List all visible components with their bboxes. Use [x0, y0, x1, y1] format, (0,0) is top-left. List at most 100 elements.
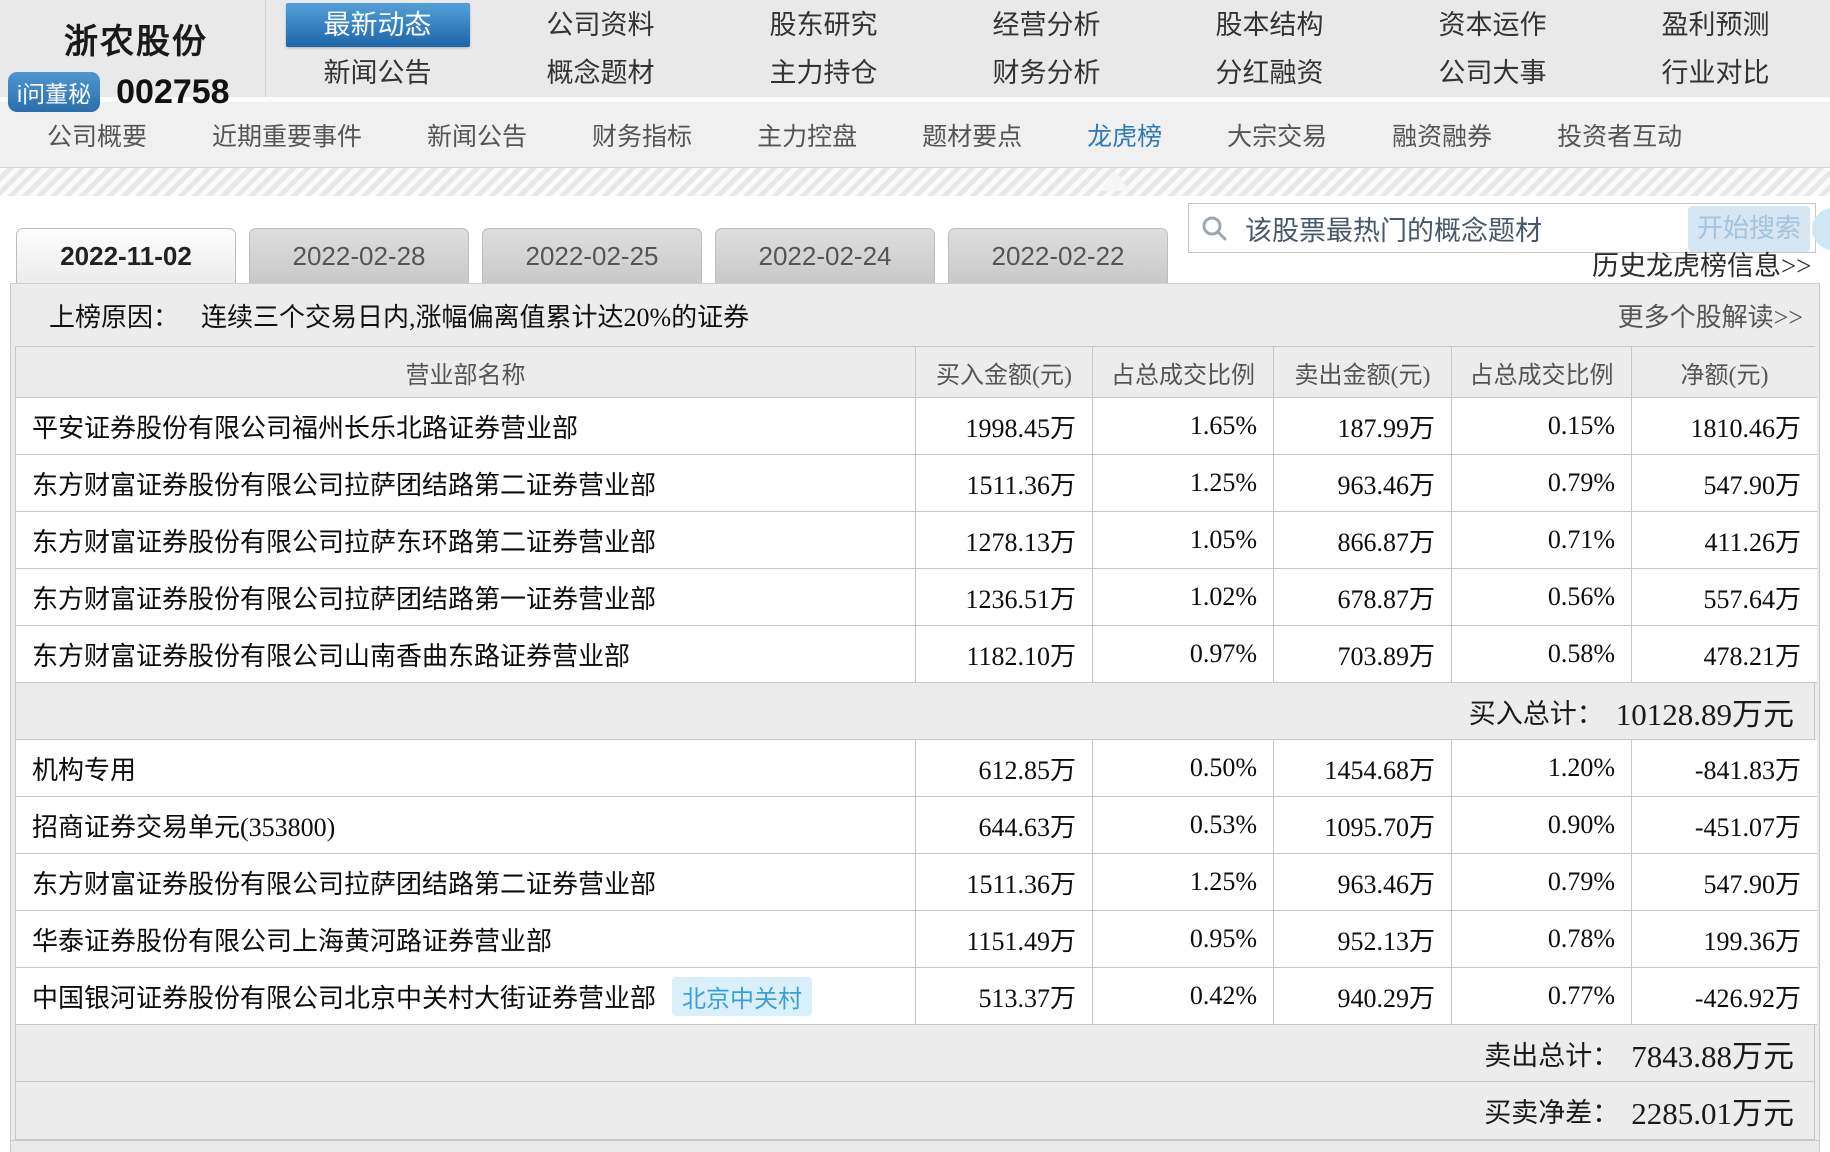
nav-item[interactable]: 概念题材	[547, 51, 655, 95]
nav-column: 资本运作 公司大事	[1381, 0, 1604, 97]
subnav-item-recent-events[interactable]: 近期重要事件	[212, 117, 362, 153]
sell-pct: 0.79%	[1452, 854, 1632, 911]
net-amount: 478.21万	[1632, 626, 1817, 683]
net-amount: 557.64万	[1632, 569, 1817, 626]
nav-item[interactable]: 行业对比	[1662, 51, 1770, 95]
nav-item[interactable]: 资本运作	[1439, 3, 1547, 47]
table-row: 东方财富证券股份有限公司拉萨团结路第二证券营业部 1511.36万 1.25% …	[16, 854, 1814, 911]
subnav-item-investor-interaction[interactable]: 投资者互动	[1557, 117, 1682, 153]
sell-pct: 0.78%	[1452, 911, 1632, 968]
buy-pct: 1.25%	[1093, 854, 1274, 911]
buy-pct: 0.97%	[1093, 626, 1274, 683]
nav-column: 经营分析 财务分析	[935, 0, 1158, 97]
date-tab[interactable]: 2022-02-24	[715, 228, 935, 283]
sell-total-value: 7843.88万元	[1631, 1031, 1794, 1076]
sell-pct: 0.15%	[1452, 398, 1632, 455]
nav-item[interactable]: 股东研究	[770, 3, 878, 47]
department-name: 东方财富证券股份有限公司拉萨团结路第二证券营业部	[16, 854, 916, 911]
sell-pct: 0.58%	[1452, 626, 1632, 683]
buy-total-row: 买入总计： 10128.89万元	[16, 683, 1814, 740]
subnav-item-company-summary[interactable]: 公司概要	[47, 117, 147, 153]
date-tab[interactable]: 2022-02-25	[482, 228, 702, 283]
date-tabs: 2022-11-02 2022-02-28 2022-02-25 2022-02…	[16, 228, 1168, 283]
col-header-buy-pct: 占总成交比例	[1093, 347, 1274, 398]
net-amount: 547.90万	[1632, 455, 1817, 512]
nav-item-latest-news-active[interactable]: 最新动态	[286, 3, 470, 47]
department-name: 机构专用	[16, 740, 916, 797]
nav-item[interactable]: 经营分析	[993, 3, 1101, 47]
date-tab-active[interactable]: 2022-11-02	[16, 228, 236, 283]
buy-pct: 0.50%	[1093, 740, 1274, 797]
toolbar-zone: 开始搜索 历史龙虎榜信息>> 2022-11-02 2022-02-28 202…	[0, 196, 1830, 283]
nav-item[interactable]: 分红融资	[1216, 51, 1324, 95]
buy-amount: 1511.36万	[916, 455, 1093, 512]
buy-amount: 1182.10万	[916, 626, 1093, 683]
buy-amount: 1511.36万	[916, 854, 1093, 911]
sell-amount: 703.89万	[1274, 626, 1452, 683]
date-tab[interactable]: 2022-02-28	[249, 228, 469, 283]
sell-amount: 963.46万	[1274, 455, 1452, 512]
buy-pct: 0.42%	[1093, 968, 1274, 1025]
nav-item[interactable]: 公司大事	[1439, 51, 1547, 95]
buy-amount: 644.63万	[916, 797, 1093, 854]
history-lhb-link[interactable]: 历史龙虎榜信息>>	[1592, 244, 1811, 283]
sell-pct: 0.56%	[1452, 569, 1632, 626]
sell-pct: 0.90%	[1452, 797, 1632, 854]
table-header-row: 营业部名称 买入金额(元) 占总成交比例 卖出金额(元) 占总成交比例 净额(元…	[16, 347, 1814, 398]
sell-total-label: 卖出总计：	[1484, 1034, 1619, 1073]
nav-item[interactable]: 财务分析	[993, 51, 1101, 95]
buy-amount: 1151.49万	[916, 911, 1093, 968]
ask-secretary-badge[interactable]: i问董秘	[8, 72, 100, 112]
table-row: 机构专用 612.85万 0.50% 1454.68万 1.20% -841.8…	[16, 740, 1814, 797]
subnav-item-theme-points[interactable]: 题材要点	[922, 117, 1022, 153]
sell-amount: 1095.70万	[1274, 797, 1452, 854]
net-amount: 547.90万	[1632, 854, 1817, 911]
subnav-item-main-force[interactable]: 主力控盘	[757, 117, 857, 153]
net-amount: 199.36万	[1632, 911, 1817, 968]
subnav-item-block-trades[interactable]: 大宗交易	[1227, 117, 1327, 153]
subnav-item-financial-indicators[interactable]: 财务指标	[592, 117, 692, 153]
listing-reason: 上榜原因： 连续三个交易日内,涨幅偏离值累计达20%的证券	[49, 297, 749, 334]
table-row: 东方财富证券股份有限公司山南香曲东路证券营业部 1182.10万 0.97% 7…	[16, 626, 1814, 683]
col-header-sell-amount: 卖出金额(元)	[1274, 347, 1452, 398]
nav-item[interactable]: 新闻公告	[324, 51, 432, 95]
nav-item[interactable]: 盈利预测	[1662, 3, 1770, 47]
table-row: 东方财富证券股份有限公司拉萨东环路第二证券营业部 1278.13万 1.05% …	[16, 512, 1814, 569]
nav-item[interactable]: 股本结构	[1216, 3, 1324, 47]
nav-column: 股东研究 主力持仓	[712, 0, 935, 97]
sell-pct: 0.79%	[1452, 455, 1632, 512]
reason-label: 上榜原因：	[49, 297, 179, 334]
department-name: 华泰证券股份有限公司上海黄河路证券营业部	[16, 911, 916, 968]
date-tab[interactable]: 2022-02-22	[948, 228, 1168, 283]
sell-amount: 952.13万	[1274, 911, 1452, 968]
subnav-item-dragon-tiger-active[interactable]: 龙虎榜	[1087, 117, 1162, 153]
stock-code-row: i问董秘 002758	[8, 72, 230, 112]
net-amount: -451.07万	[1632, 797, 1817, 854]
buy-total-label: 买入总计：	[1469, 692, 1604, 731]
buy-amount: 1998.45万	[916, 398, 1093, 455]
sell-total-row: 卖出总计： 7843.88万元	[16, 1025, 1814, 1082]
department-name-with-tag: 中国银河证券股份有限公司北京中关村大街证券营业部 北京中关村	[16, 968, 916, 1025]
buy-pct: 1.25%	[1093, 455, 1274, 512]
department-name: 招商证券交易单元(353800)	[16, 797, 916, 854]
net-amount: -426.92万	[1632, 968, 1817, 1025]
search-icon	[1201, 215, 1227, 241]
nav-item[interactable]: 公司资料	[547, 3, 655, 47]
buy-amount: 612.85万	[916, 740, 1093, 797]
buy-amount: 1236.51万	[916, 569, 1093, 626]
stock-identity: 浙农股份 i问董秘 002758	[0, 0, 266, 97]
department-name: 东方财富证券股份有限公司山南香曲东路证券营业部	[16, 626, 916, 683]
buy-total-value: 10128.89万元	[1616, 689, 1794, 734]
sub-nav: 公司概要 近期重要事件 新闻公告 财务指标 主力控盘 题材要点 龙虎榜 大宗交易…	[0, 102, 1830, 168]
net-amount: 1810.46万	[1632, 398, 1817, 455]
table-row: 华泰证券股份有限公司上海黄河路证券营业部 1151.49万 0.95% 952.…	[16, 911, 1814, 968]
subnav-item-news[interactable]: 新闻公告	[427, 117, 527, 153]
table-row: 招商证券交易单元(353800) 644.63万 0.53% 1095.70万 …	[16, 797, 1814, 854]
col-header-sell-pct: 占总成交比例	[1452, 347, 1632, 398]
department-name: 平安证券股份有限公司福州长乐北路证券营业部	[16, 398, 916, 455]
subnav-item-margin-trading[interactable]: 融资融券	[1392, 117, 1492, 153]
nav-item[interactable]: 主力持仓	[770, 51, 878, 95]
more-stock-analysis-link[interactable]: 更多个股解读>>	[1618, 297, 1803, 334]
location-tag[interactable]: 北京中关村	[672, 977, 812, 1016]
main-nav: 最新动态 新闻公告 公司资料 概念题材 股东研究 主力持仓 经营分析 财务分析 …	[266, 0, 1830, 97]
